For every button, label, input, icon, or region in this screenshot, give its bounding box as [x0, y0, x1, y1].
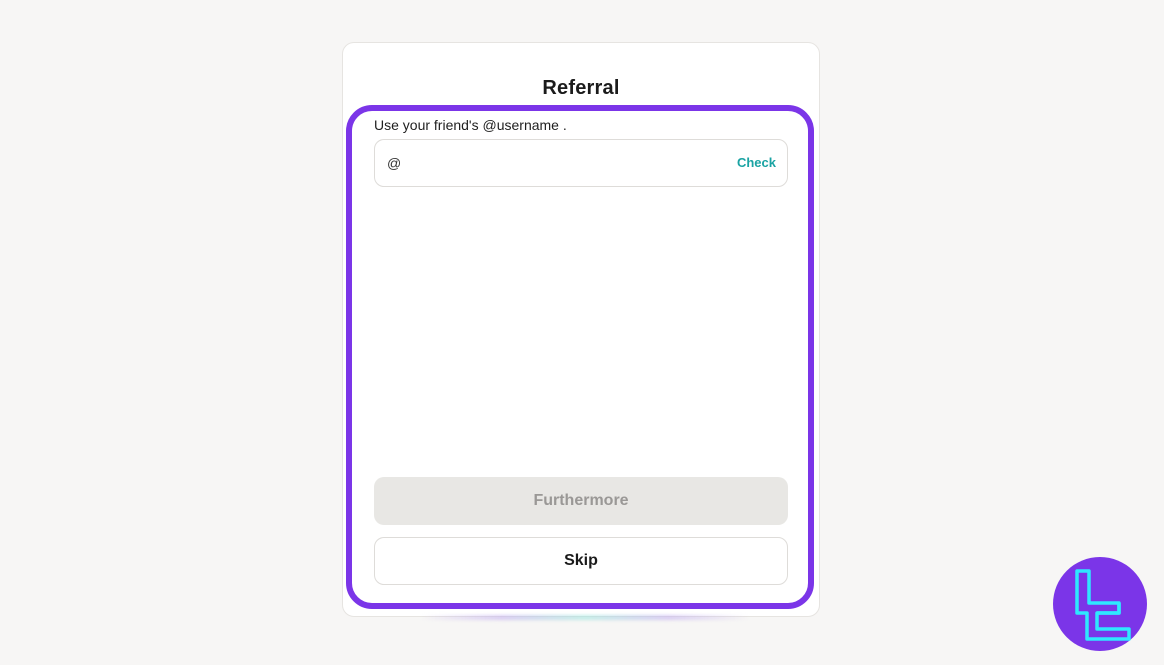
at-prefix: @ [387, 155, 402, 171]
furthermore-button[interactable]: Furthermore [374, 477, 788, 525]
username-input[interactable] [405, 148, 729, 180]
tradingfinder-logo-icon [1053, 557, 1147, 651]
skip-button[interactable]: Skip [374, 537, 788, 585]
card-glow [420, 615, 750, 620]
username-hint: Use your friend's @username . [374, 117, 567, 133]
username-field[interactable]: @ Check [374, 139, 788, 187]
check-button[interactable]: Check [737, 155, 776, 170]
page-title: Referral [542, 77, 620, 99]
